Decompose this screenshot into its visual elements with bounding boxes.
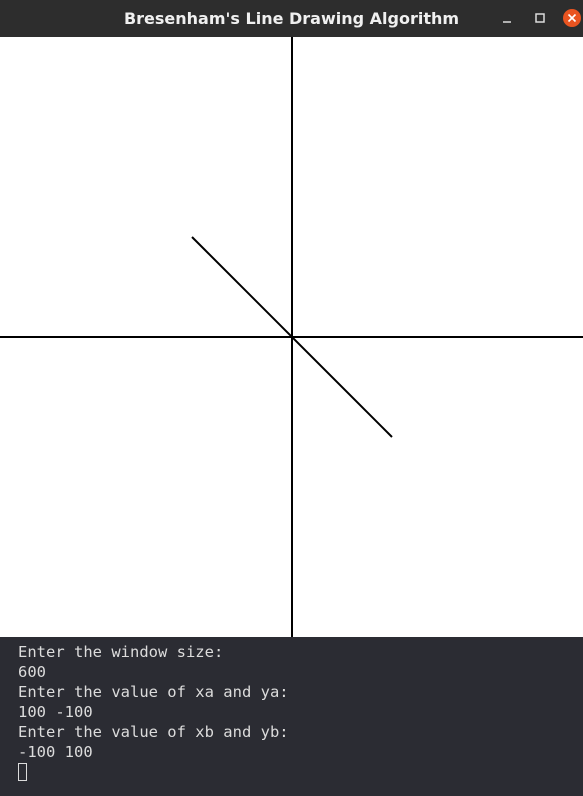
close-icon[interactable]: [563, 9, 581, 27]
terminal-line: 100 -100: [18, 703, 93, 721]
window-title: Bresenham's Line Drawing Algorithm: [123, 9, 460, 28]
terminal-line: 600: [18, 663, 46, 681]
drawing-svg: [0, 37, 583, 637]
terminal-line: Enter the window size:: [18, 643, 224, 661]
maximize-icon[interactable]: [530, 8, 550, 28]
window-titlebar: Bresenham's Line Drawing Algorithm: [0, 0, 583, 37]
terminal-line: -100 100: [18, 743, 93, 761]
minimize-icon[interactable]: [497, 8, 517, 28]
terminal-cursor[interactable]: [18, 763, 27, 781]
drawing-canvas: [0, 37, 583, 637]
terminal-output: Enter the window size: 600 Enter the val…: [0, 637, 583, 796]
terminal-line: Enter the value of xa and ya:: [18, 683, 289, 701]
terminal-line: Enter the value of xb and yb:: [18, 723, 289, 741]
